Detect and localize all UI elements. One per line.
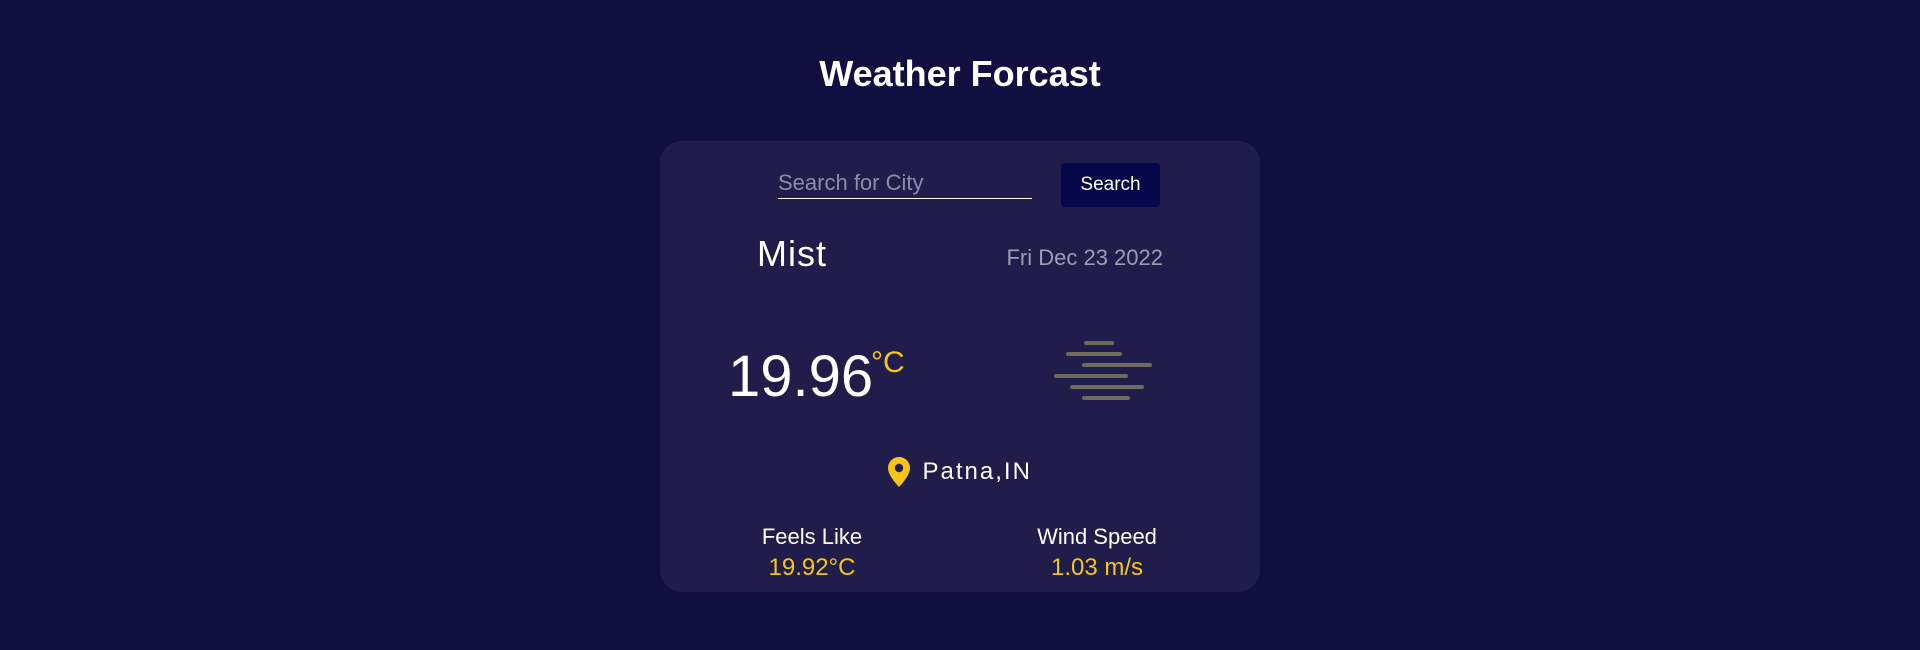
feels-like-stat: Feels Like 19.92°C xyxy=(722,522,902,584)
weather-card: Search Mist Fri Dec 23 2022 19.96 °C Pat… xyxy=(660,141,1260,592)
temperature-value: 19.96 xyxy=(728,344,874,409)
wind-speed-label: Wind Speed xyxy=(1037,524,1157,549)
page-title: Weather Forcast xyxy=(819,53,1101,94)
temperature-unit: °C xyxy=(871,346,905,379)
wind-speed-value: 1.03 m/s xyxy=(1050,554,1144,581)
search-bar: Search xyxy=(778,163,1160,207)
location-pin-icon xyxy=(888,457,911,487)
search-button[interactable]: Search xyxy=(1061,163,1160,207)
weather-condition: Mist xyxy=(757,233,827,274)
feels-like-label: Feels Like xyxy=(761,524,863,549)
current-date: Fri Dec 23 2022 xyxy=(1006,245,1163,270)
location-name: Patna,IN xyxy=(922,458,1032,485)
weather-app: Weather Forcast Search Mist Fri Dec 23 2… xyxy=(0,0,1920,650)
location: Patna,IN xyxy=(660,457,1260,487)
wind-speed-stat: Wind Speed 1.03 m/s xyxy=(1007,522,1187,584)
city-search-input[interactable] xyxy=(778,168,1032,199)
mist-icon xyxy=(1054,341,1152,400)
feels-like-value: 19.92°C xyxy=(768,554,856,581)
